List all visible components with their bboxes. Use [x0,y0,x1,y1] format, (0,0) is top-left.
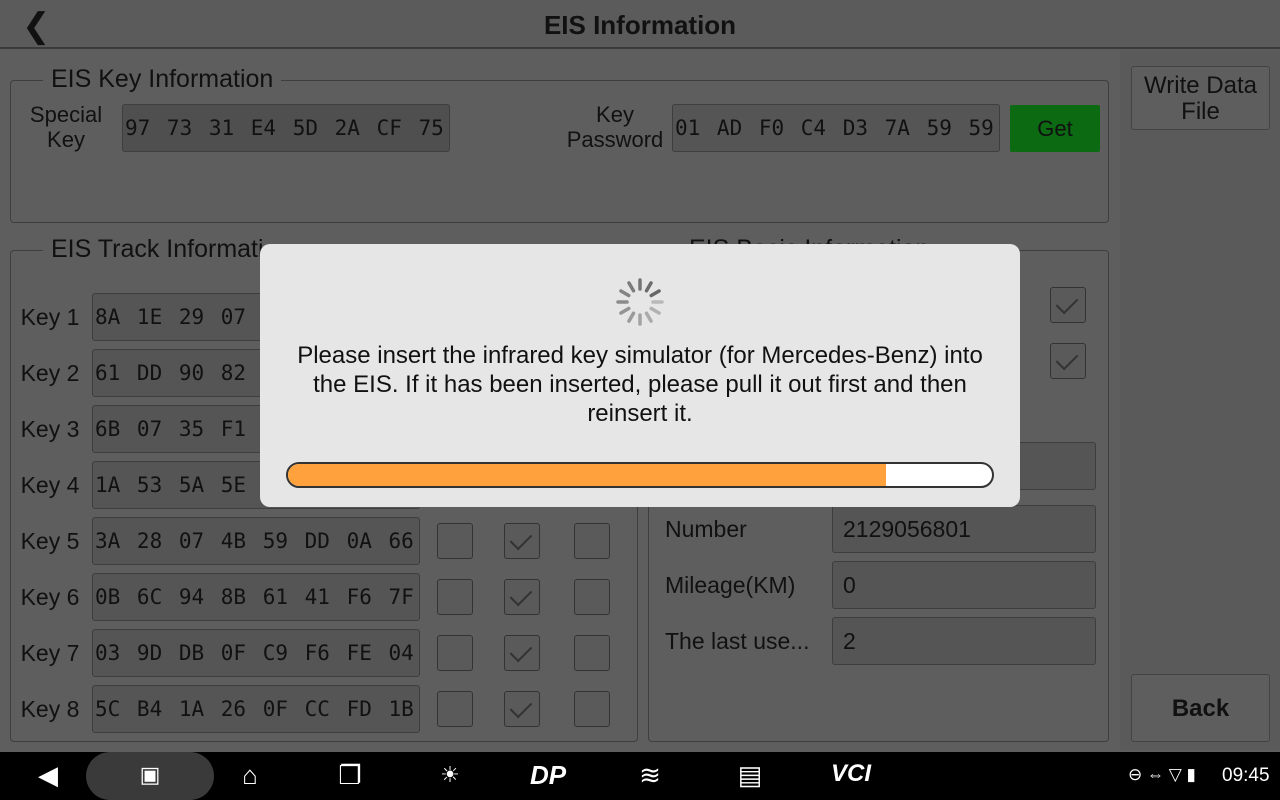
dp-icon[interactable]: DP [528,760,568,791]
sidebar [1120,50,1280,750]
key-label: Key 1 [20,304,80,330]
notes-icon[interactable]: ▤ [730,760,770,791]
basic-value-field[interactable]: 2129056801 [832,505,1096,553]
page-title: EIS Information [543,10,737,40]
basic-value-field[interactable]: 0 [832,561,1096,609]
basic-checkbox-2[interactable] [1050,343,1086,379]
basic-label: Number [665,516,747,542]
basic-label: Mileage(KM) [665,572,796,598]
spinner-segment [644,311,653,323]
key-value-field[interactable]: 5C B4 1A 26 0F CC FD 1B [92,685,420,733]
back-button[interactable]: Back [1131,674,1270,742]
brightness-icon[interactable]: ☀ [430,762,470,788]
vci-icon[interactable]: VCI [826,760,876,788]
spinner-segment [619,289,631,298]
back-icon[interactable]: ◀ [28,760,68,791]
key-checkbox[interactable] [504,635,540,671]
status-icons: ⊖ ⇔ ▽ ▮ [1128,765,1196,784]
key-value-field[interactable]: 0B 6C 94 8B 61 41 F6 7F [92,573,420,621]
key-label: Key 2 [20,360,80,386]
progress-dialog: Please insert the infrared key simulator… [260,244,1020,507]
key-checkbox[interactable] [574,635,610,671]
spinner-segment [627,281,636,293]
key-checkbox[interactable] [504,523,540,559]
key-checkbox[interactable] [574,691,610,727]
key-checkbox[interactable] [574,523,610,559]
progress-bar [286,462,994,488]
recent-apps-icon[interactable]: ❐ [330,760,370,791]
header: ❮ EIS Information [0,0,1280,49]
basic-label: The last use... [665,628,810,654]
special-key-label: Special Key [29,102,103,152]
key-checkbox[interactable] [504,579,540,615]
key-checkbox[interactable] [437,579,473,615]
key-label: Key 8 [20,696,80,722]
key-info-legend: EIS Key Information [43,65,282,94]
system-navbar: ◀ ▣ ⌂ ❐ ☀ DP ≋ ▤ VCI ⊖ ⇔ ▽ ▮ 09:45 [0,752,1280,800]
key-label: Key 3 [20,416,80,442]
basic-value-field[interactable]: 2 [832,617,1096,665]
key-checkbox[interactable] [437,635,473,671]
key-label: Key 6 [20,584,80,610]
get-button[interactable]: Get [1010,105,1100,152]
basic-checkbox-1[interactable] [1050,287,1086,323]
spinner-segment [619,306,631,315]
wifi-icon[interactable]: ≋ [630,760,670,791]
write-data-file-button[interactable]: Write Data File [1131,66,1270,130]
spinner-segment [649,289,661,298]
key-checkbox[interactable] [574,579,610,615]
key-value-field[interactable]: 3A 28 07 4B 59 DD 0A 66 [92,517,420,565]
key-checkbox[interactable] [437,523,473,559]
loading-spinner-icon [616,278,664,326]
spinner-segment [627,311,636,323]
key-password-field[interactable]: 01 AD F0 C4 D3 7A 59 59 [672,104,1000,152]
key-password-label: Key Password [566,102,664,152]
key-label: Key 7 [20,640,80,666]
key-value-field[interactable]: 03 9D DB 0F C9 F6 FE 04 [92,629,420,677]
track-info-legend: EIS Track Informati [43,235,272,264]
home-icon[interactable]: ⌂ [230,760,270,791]
dialog-message: Please insert the infrared key simulator… [297,342,983,427]
key-label: Key 4 [20,472,80,498]
special-key-field[interactable]: 97 73 31 E4 5D 2A CF 75 [122,104,450,152]
spinner-segment [649,306,661,315]
progress-fill [288,464,887,486]
key-checkbox[interactable] [504,691,540,727]
spinner-segment [644,281,653,293]
clock: 09:45 [1222,765,1270,786]
key-checkbox[interactable] [437,691,473,727]
key-label: Key 5 [20,528,80,554]
screenshot-icon[interactable]: ▣ [130,762,170,788]
